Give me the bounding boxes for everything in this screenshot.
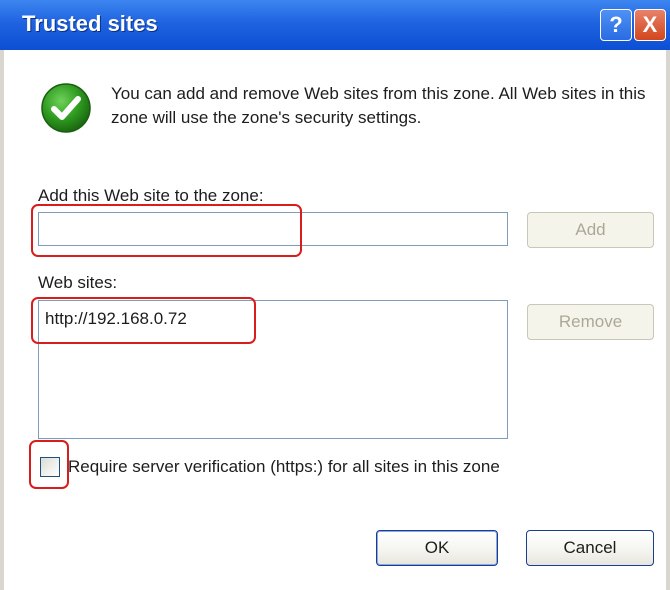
cancel-button[interactable]: Cancel	[526, 530, 654, 566]
require-verification-label: Require server verification (https:) for…	[68, 457, 500, 476]
close-x-icon: X	[642, 12, 658, 37]
title-bar: Trusted sites ? X	[0, 0, 670, 50]
dialog-title: Trusted sites	[22, 11, 158, 36]
add-site-input[interactable]	[38, 212, 508, 246]
web-sites-label: Web sites:	[38, 273, 118, 292]
list-item[interactable]: http://192.168.0.72	[45, 309, 187, 329]
add-site-label: Add this Web site to the zone:	[38, 186, 264, 205]
require-verification-checkbox[interactable]	[40, 457, 60, 477]
question-mark-icon: ?	[609, 12, 623, 37]
trusted-sites-dialog: Trusted sites ? X You can add and remove…	[0, 0, 670, 590]
ok-button[interactable]: OK	[376, 530, 498, 566]
green-check-icon	[41, 83, 91, 133]
web-sites-list[interactable]: http://192.168.0.72	[38, 300, 508, 439]
add-button[interactable]: Add	[527, 212, 654, 248]
remove-button[interactable]: Remove	[527, 304, 654, 340]
help-button[interactable]: ?	[600, 9, 632, 41]
close-button[interactable]: X	[634, 9, 666, 41]
zone-description: You can add and remove Web sites from th…	[111, 84, 646, 127]
